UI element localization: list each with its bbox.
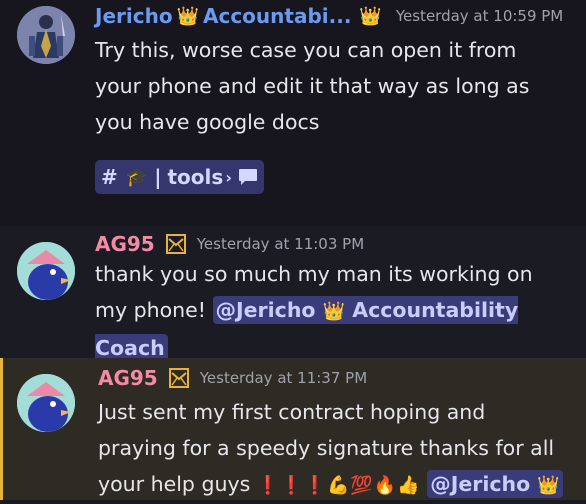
- graduation-cap-icon: 🎓: [125, 166, 149, 188]
- message-header: Jericho 👑 Accountabi... 👑 Yesterday at 1…: [95, 4, 563, 28]
- timestamp[interactable]: Yesterday at 11:03 PM: [197, 235, 364, 253]
- message-header: AG95 Yesterday at 11:37 PM: [98, 366, 367, 390]
- message-text: Try this, worse case you can open it fro…: [95, 38, 530, 134]
- bird-avatar-icon: [17, 242, 75, 300]
- separator: |: [154, 165, 162, 189]
- message-ag95-2: AG95 Yesterday at 11:37 PM Just sent my …: [0, 358, 586, 500]
- author-name[interactable]: AG95: [98, 366, 158, 390]
- hash-icon: #: [101, 165, 118, 189]
- crown-icon: 👑: [322, 301, 346, 322]
- author-name[interactable]: AG95: [95, 232, 155, 256]
- avatar-jericho[interactable]: [17, 6, 75, 64]
- crown-icon: 👑: [359, 5, 382, 27]
- user-mention[interactable]: @Jericho 👑: [427, 470, 563, 498]
- avatar-ag95[interactable]: [17, 374, 75, 432]
- crown-icon: 👑: [176, 5, 199, 27]
- mention-name: @Jericho: [430, 472, 531, 496]
- speech-bubble-icon: [238, 169, 257, 185]
- bird-avatar-icon: [17, 374, 75, 432]
- author-name[interactable]: Jericho: [95, 4, 173, 28]
- timestamp[interactable]: Yesterday at 10:59 PM: [396, 7, 563, 25]
- chevron-right-icon: ›: [225, 167, 232, 187]
- message-jericho: Jericho 👑 Accountabi... 👑 Yesterday at 1…: [0, 0, 586, 226]
- emoji-sequence: ❗❗❗💪💯🔥👍: [256, 475, 421, 496]
- channel-name: tools: [167, 165, 224, 189]
- envelope-badge-icon: [165, 234, 186, 254]
- mention-name: @Jericho: [215, 298, 316, 322]
- message-header: AG95 Yesterday at 11:03 PM: [95, 232, 364, 256]
- message-ag95-1: AG95 Yesterday at 11:03 PM thank you so …: [0, 226, 586, 362]
- author-role[interactable]: Accountabi...: [203, 4, 351, 28]
- knight-avatar-icon: [17, 6, 75, 64]
- timestamp[interactable]: Yesterday at 11:37 PM: [200, 369, 367, 387]
- envelope-badge-icon: [168, 368, 189, 388]
- avatar-ag95[interactable]: [17, 242, 75, 300]
- crown-icon: 👑: [537, 475, 560, 496]
- channel-link[interactable]: # 🎓 | tools ›: [95, 160, 264, 194]
- message-text: Just sent my first contract hoping and p…: [98, 394, 568, 504]
- message-text: thank you so much my man its working on …: [95, 256, 565, 366]
